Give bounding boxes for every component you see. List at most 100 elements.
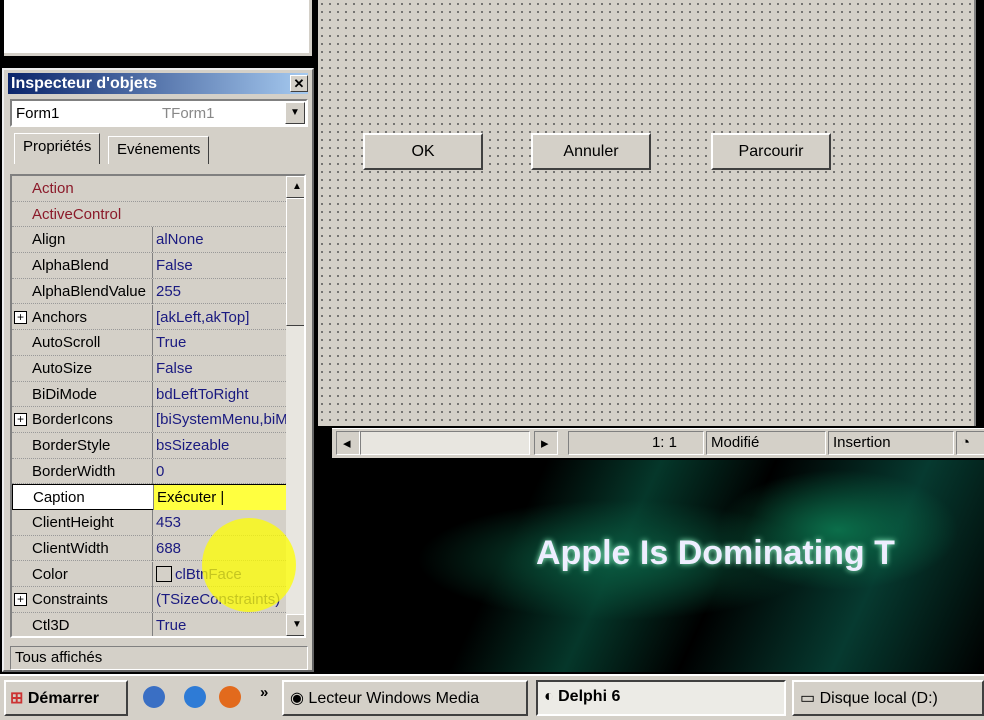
property-row-borderwidth[interactable]: BorderWidth 0 bbox=[12, 458, 286, 485]
property-name: ClientHeight bbox=[32, 514, 114, 532]
property-row-bordericons[interactable]: + BorderIcons [biSystemMenu,biMinimize] bbox=[12, 407, 286, 433]
property-value[interactable]: bdLeftToRight bbox=[152, 381, 286, 407]
tab-properties[interactable]: Propriétés bbox=[14, 133, 101, 164]
property-value-text: False bbox=[156, 359, 193, 377]
property-value-text: [biSystemMenu,biMinimize] bbox=[156, 411, 286, 429]
object-inspector: Inspecteur d'objets ✕ Form1 TForm1 ▼ Pro… bbox=[2, 68, 314, 672]
object-type: TForm1 bbox=[162, 105, 215, 122]
property-value-text: False bbox=[156, 257, 193, 275]
property-value[interactable]: Exécuter | bbox=[153, 485, 287, 511]
chevron-down-icon[interactable]: ▼ bbox=[285, 102, 305, 124]
expand-icon[interactable]: + bbox=[14, 413, 27, 427]
property-value-text: Exécuter bbox=[157, 489, 217, 507]
property-value[interactable]: 255 bbox=[152, 278, 286, 304]
taskbar-label: Disque local (D:) bbox=[819, 690, 938, 707]
property-name: AutoSize bbox=[32, 359, 93, 377]
taskbar-item-local-disk[interactable]: ▭ Disque local (D:) bbox=[792, 680, 984, 716]
property-value[interactable]: alNone bbox=[152, 227, 286, 253]
property-value-text: bsSizeable bbox=[156, 437, 230, 454]
property-name: ActiveControl bbox=[32, 205, 122, 223]
property-value[interactable]: False bbox=[152, 355, 286, 381]
scroll-up-icon[interactable]: ▲ bbox=[286, 176, 304, 198]
drive-icon: ▭ bbox=[800, 690, 816, 707]
inspector-title-bar[interactable]: Inspecteur d'objets ✕ bbox=[8, 73, 308, 94]
start-button[interactable]: ⊞ Démarrer bbox=[4, 680, 128, 716]
property-row-autosize[interactable]: AutoSize False bbox=[12, 355, 286, 382]
form-designer[interactable]: OK Annuler Parcourir bbox=[318, 0, 976, 426]
property-value[interactable]: False bbox=[152, 253, 286, 279]
property-row-caption[interactable]: Caption Exécuter | bbox=[12, 484, 287, 511]
scroll-right-icon[interactable]: ▸ bbox=[534, 431, 558, 455]
expand-icon[interactable]: + bbox=[14, 310, 27, 324]
property-value-text: alNone bbox=[156, 231, 204, 249]
property-row-borderstyle[interactable]: BorderStyle bsSizeable bbox=[12, 433, 286, 459]
media-player-icon: ◉ bbox=[290, 690, 304, 707]
property-value[interactable]: [biSystemMenu,biMinimize] bbox=[152, 407, 286, 433]
property-row-alphablendvalue[interactable]: AlphaBlendValue 255 bbox=[12, 278, 286, 305]
property-name: ClientWidth bbox=[32, 539, 109, 557]
property-name: BorderIcons bbox=[32, 411, 113, 429]
firefox-icon[interactable] bbox=[219, 686, 241, 708]
property-name: BiDiMode bbox=[32, 385, 98, 403]
property-row-anchors[interactable]: + Anchors [akLeft,akTop] bbox=[12, 304, 286, 331]
property-row-bidimode[interactable]: BiDiMode bdLeftToRight bbox=[12, 381, 286, 408]
cursor-position: 1: 1 bbox=[568, 431, 704, 455]
annuler-button[interactable]: Annuler bbox=[531, 133, 651, 170]
object-name: Form1 bbox=[16, 105, 60, 122]
desktop-icon[interactable] bbox=[143, 686, 165, 708]
property-row-activecontrol[interactable]: ActiveControl bbox=[12, 202, 286, 228]
property-value-text: 255 bbox=[156, 282, 182, 300]
internet-explorer-icon[interactable] bbox=[184, 686, 206, 708]
parcourir-button[interactable]: Parcourir bbox=[711, 133, 831, 170]
insert-mode: Insertion bbox=[828, 431, 954, 455]
video-overlay: Apple Is Dominating T bbox=[318, 460, 984, 672]
property-name: Anchors bbox=[32, 308, 88, 326]
taskbar-item-delphi[interactable]: ◐ Delphi 6 bbox=[536, 680, 786, 716]
property-name: AlphaBlend bbox=[32, 257, 109, 275]
quicklaunch-chevron[interactable]: » bbox=[260, 684, 268, 701]
property-name: Color bbox=[32, 565, 68, 583]
object-selector[interactable]: Form1 TForm1 ▼ bbox=[10, 99, 308, 127]
scroll-down-icon[interactable]: ▼ bbox=[286, 614, 304, 636]
modified-status: Modifié bbox=[706, 431, 826, 455]
property-value[interactable]: [akLeft,akTop] bbox=[152, 304, 286, 330]
property-value[interactable]: True bbox=[152, 330, 286, 356]
property-value[interactable]: True bbox=[152, 612, 286, 636]
property-value[interactable]: bsSizeable bbox=[152, 433, 286, 458]
expand-icon[interactable]: + bbox=[14, 593, 27, 607]
taskbar-label: Lecteur Windows Media bbox=[308, 690, 480, 707]
property-row-action[interactable]: Action bbox=[12, 176, 286, 202]
color-swatch bbox=[156, 565, 172, 582]
scroll-thumb[interactable] bbox=[286, 198, 304, 326]
video-headline: Apple Is Dominating T bbox=[536, 534, 895, 572]
property-row-autoscroll[interactable]: AutoScroll True bbox=[12, 330, 286, 356]
ok-button[interactable]: OK bbox=[363, 133, 483, 170]
scroll-left-icon[interactable]: ◂ bbox=[336, 431, 360, 455]
property-value-text: True bbox=[156, 616, 187, 634]
taskbar-item-media-player[interactable]: ◉ Lecteur Windows Media bbox=[282, 680, 528, 716]
property-row-ctl3d[interactable]: Ctl3D True bbox=[12, 612, 286, 636]
taskbar: ⊞ Démarrer » ◉ Lecteur Windows Media ◐ D… bbox=[0, 674, 984, 720]
horizontal-scrollbar[interactable] bbox=[360, 431, 530, 455]
background-window bbox=[4, 0, 312, 56]
inspector-title: Inspecteur d'objets bbox=[11, 75, 158, 92]
property-row-alphablend[interactable]: AlphaBlend False bbox=[12, 253, 286, 279]
property-name: Action bbox=[32, 180, 74, 197]
start-label: Démarrer bbox=[27, 690, 100, 707]
taskbar-label: Delphi 6 bbox=[558, 688, 621, 705]
property-value[interactable]: 0 bbox=[152, 458, 286, 484]
property-value-text: 688 bbox=[156, 539, 182, 557]
property-row-align[interactable]: Align alNone bbox=[12, 227, 286, 254]
property-name: Align bbox=[32, 231, 66, 249]
property-value-text: 0 bbox=[156, 462, 165, 480]
property-value-text: [akLeft,akTop] bbox=[156, 308, 250, 326]
property-value-text: 453 bbox=[156, 514, 182, 532]
property-value-text: True bbox=[156, 334, 187, 352]
editor-status-bar: ◂ ▸ 1: 1 Modifié Insertion ◔ bbox=[332, 428, 984, 458]
status-icon: ◔ bbox=[956, 431, 984, 455]
property-name: Constraints bbox=[32, 591, 108, 609]
tab-events[interactable]: Evénements bbox=[108, 136, 210, 164]
property-name: AutoScroll bbox=[32, 334, 101, 352]
property-name: Caption bbox=[33, 489, 85, 507]
close-icon[interactable]: ✕ bbox=[290, 75, 308, 92]
